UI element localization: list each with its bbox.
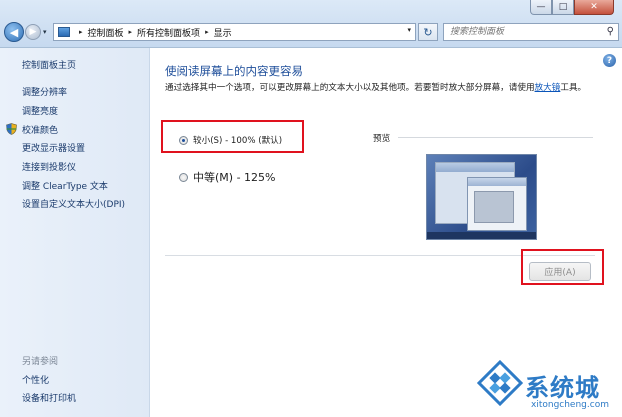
sidebar-item-home[interactable]: 控制面板主页 <box>22 58 76 71</box>
help-icon[interactable]: ? <box>603 54 616 67</box>
shield-icon <box>6 123 17 135</box>
address-bar[interactable]: ▸ 控制面板 ▸ 所有控制面板项 ▸ 显示 ▾ <box>53 23 416 41</box>
breadcrumb-control-panel[interactable]: 控制面板 <box>88 26 124 39</box>
navigation-bar: ◀ ▶ ▾ ▸ 控制面板 ▸ 所有控制面板项 ▸ 显示 ▾ ↻ ⚲ <box>0 20 622 44</box>
sidebar-item-resolution[interactable]: 调整分辨率 <box>22 85 67 98</box>
page-description: 通过选择其中一个选项，可以更改屏幕上的文本大小以及其他项。若要暂时放大部分屏幕，… <box>165 82 609 94</box>
description-text: 通过选择其中一个选项，可以更改屏幕上的文本大小以及其他项。若要暂时放大部分屏幕，… <box>165 83 535 93</box>
control-panel-icon <box>58 27 70 37</box>
highlight-box-option <box>161 120 304 153</box>
preview-divider <box>398 137 593 138</box>
description-text-end: 工具。 <box>560 83 587 93</box>
sidebar-item-projector[interactable]: 连接到投影仪 <box>22 160 76 173</box>
search-icon[interactable]: ⚲ <box>607 26 614 37</box>
search-box[interactable]: ⚲ <box>443 23 619 41</box>
crumb-separator[interactable]: ▸ <box>129 28 133 36</box>
option-medium[interactable]: 中等(M) - 125% <box>179 169 275 185</box>
minimize-button[interactable]: — <box>530 0 552 15</box>
address-dropdown-icon[interactable]: ▾ <box>407 26 411 34</box>
magnifier-link[interactable]: 放大镜 <box>535 83 561 93</box>
preview-label: 预览 <box>373 134 391 144</box>
refresh-button[interactable]: ↻ <box>418 23 438 41</box>
page-title: 使阅读屏幕上的内容更容易 <box>165 64 303 78</box>
sidebar-item-devices-printers[interactable]: 设备和打印机 <box>22 391 76 404</box>
forward-button[interactable]: ▶ <box>25 24 41 40</box>
sidebar-item-display-settings[interactable]: 更改显示器设置 <box>22 141 85 154</box>
preview-image <box>426 154 537 240</box>
search-input[interactable] <box>444 24 594 40</box>
radio-medium[interactable] <box>179 172 188 182</box>
sidebar-item-brightness[interactable]: 调整亮度 <box>22 104 58 117</box>
breadcrumb-all-items[interactable]: 所有控制面板项 <box>137 26 200 39</box>
highlight-box-apply <box>521 249 604 285</box>
preview-window-front <box>467 177 527 231</box>
recent-pages-dropdown[interactable]: ▾ <box>43 28 47 36</box>
preview-taskbar <box>427 232 536 239</box>
title-bar: — □ ✕ ◀ ▶ ▾ ▸ 控制面板 ▸ 所有控制面板项 ▸ 显示 ▾ ↻ ⚲ <box>0 0 622 48</box>
sidebar-item-cleartype[interactable]: 调整 ClearType 文本 <box>22 179 108 192</box>
close-button[interactable]: ✕ <box>574 0 614 15</box>
watermark-logo-icon <box>477 360 523 406</box>
window-controls: — □ ✕ <box>530 0 614 16</box>
sidebar: 控制面板主页 调整分辨率 调整亮度 校准颜色 更改显示器设置 连接到投影仪 调整… <box>0 48 150 417</box>
sidebar-item-calibrate-color[interactable]: 校准颜色 <box>22 123 58 136</box>
sidebar-item-custom-dpi[interactable]: 设置自定义文本大小(DPI) <box>22 197 125 210</box>
maximize-button[interactable]: □ <box>552 0 574 15</box>
back-button[interactable]: ◀ <box>4 22 24 42</box>
watermark-brand: 系统城 <box>525 374 600 402</box>
option-medium-label[interactable]: 中等(M) - 125% <box>193 169 275 185</box>
crumb-separator[interactable]: ▸ <box>205 28 209 36</box>
watermark: 系统城 xitongcheng.com <box>473 356 622 417</box>
breadcrumb-display[interactable]: 显示 <box>214 26 232 39</box>
see-also-title: 另请参阅 <box>22 357 59 367</box>
watermark-url: xitongcheng.com <box>531 400 609 410</box>
crumb-separator[interactable]: ▸ <box>79 28 83 36</box>
sidebar-item-personalization[interactable]: 个性化 <box>22 373 49 386</box>
